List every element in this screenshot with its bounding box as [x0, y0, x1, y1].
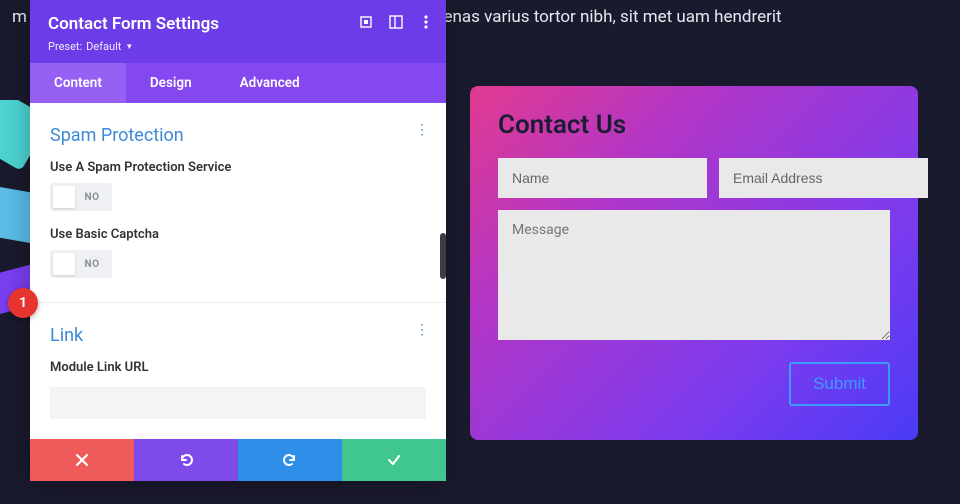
cancel-button[interactable] [30, 439, 134, 481]
settings-panel: Contact Form Settings Preset: Default ▼ … [30, 0, 446, 481]
module-link-url-input[interactable] [50, 387, 426, 419]
toggle-spam-service[interactable]: NO [50, 183, 112, 211]
toggle-knob [53, 186, 75, 208]
preset-value: Default [86, 40, 121, 53]
step-badge: 1 [8, 288, 38, 318]
save-button[interactable] [342, 439, 446, 481]
section-menu-icon[interactable]: ⋮ [414, 127, 430, 133]
toggle-text: NO [75, 192, 109, 203]
toggle-knob [53, 253, 75, 275]
section-spam-protection: Spam Protection ⋮ Use A Spam Protection … [30, 103, 446, 303]
section-title[interactable]: Link [50, 325, 426, 346]
tab-design[interactable]: Design [126, 63, 216, 103]
more-options-icon[interactable] [418, 14, 434, 30]
toggle-basic-captcha[interactable]: NO [50, 250, 112, 278]
contact-form-module[interactable]: Contact Us Submit [470, 86, 918, 440]
name-field[interactable] [498, 158, 707, 198]
option-label-spam-service: Use A Spam Protection Service [50, 160, 426, 175]
preset-label: Preset: [48, 40, 82, 53]
panel-header[interactable]: Contact Form Settings Preset: Default ▼ [30, 0, 446, 63]
panel-layout-icon[interactable] [388, 14, 404, 30]
redo-button[interactable] [238, 439, 342, 481]
tab-advanced[interactable]: Advanced [216, 63, 324, 103]
toggle-text: NO [75, 259, 109, 270]
email-field[interactable] [719, 158, 928, 198]
section-menu-icon[interactable]: ⋮ [414, 327, 430, 333]
section-title[interactable]: Spam Protection [50, 125, 426, 146]
option-label-basic-captcha: Use Basic Captcha [50, 227, 426, 242]
section-link: Link ⋮ Module Link URL [30, 303, 446, 433]
scrollbar-thumb[interactable] [440, 233, 446, 279]
expand-icon[interactable] [358, 14, 374, 30]
undo-button[interactable] [134, 439, 238, 481]
submit-button[interactable]: Submit [789, 362, 890, 406]
panel-footer [30, 439, 446, 481]
contact-title: Contact Us [498, 110, 890, 140]
option-label-module-link-url: Module Link URL [50, 360, 426, 375]
preset-selector[interactable]: Preset: Default ▼ [48, 40, 428, 53]
chevron-down-icon: ▼ [125, 42, 133, 51]
message-field[interactable] [498, 210, 890, 340]
tab-content[interactable]: Content [30, 63, 126, 103]
panel-body[interactable]: Spam Protection ⋮ Use A Spam Protection … [30, 103, 446, 439]
panel-tabs: Content Design Advanced [30, 63, 446, 103]
